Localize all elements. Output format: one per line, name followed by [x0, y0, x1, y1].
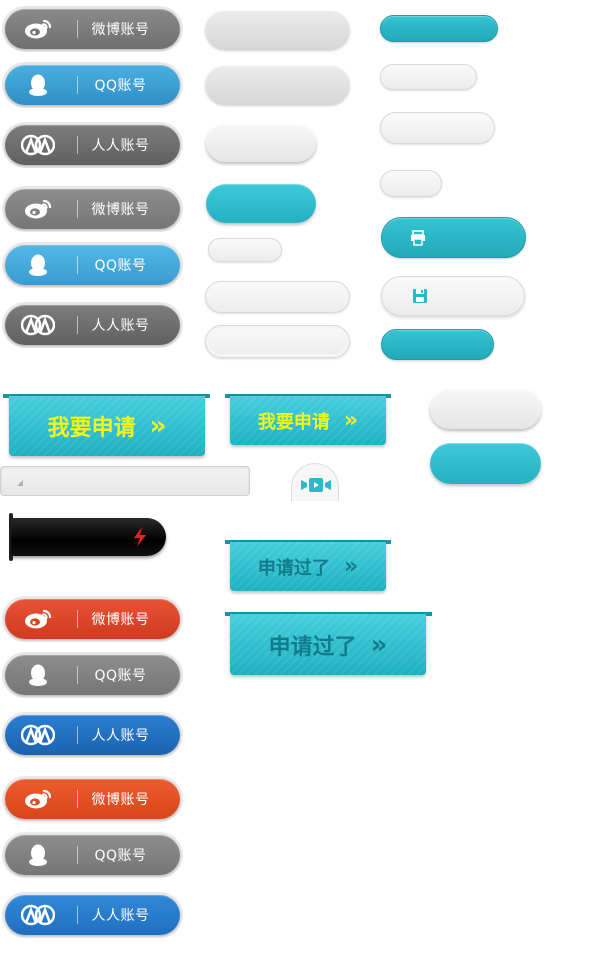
teal-button[interactable]: [206, 184, 316, 223]
weibo-login-button[interactable]: 微博账号: [2, 776, 183, 822]
video-tab[interactable]: [291, 463, 339, 501]
separator: [77, 726, 78, 744]
renren-icon: [5, 895, 71, 935]
teal-button[interactable]: [381, 329, 494, 360]
renren-login-button[interactable]: 人人账号: [2, 302, 183, 348]
qq-label: QQ账号: [94, 668, 147, 684]
weibo-label: 微博账号: [91, 202, 150, 218]
text-input[interactable]: [0, 466, 250, 496]
weibo-label: 微博账号: [91, 612, 150, 628]
double-arrow-icon: »: [343, 554, 359, 579]
light-button[interactable]: [380, 112, 495, 144]
separator: [77, 20, 78, 38]
weibo-icon: [5, 779, 71, 819]
teal-button[interactable]: [430, 443, 541, 484]
renren-icon: [5, 125, 71, 165]
weibo-icon: [5, 189, 71, 229]
renren-login-button[interactable]: 人人账号: [2, 712, 183, 758]
gray-button[interactable]: [206, 124, 316, 162]
apply-button-large[interactable]: 我要申请 »: [9, 396, 205, 456]
flash-bar[interactable]: [11, 518, 166, 556]
gray-button[interactable]: [205, 65, 350, 105]
qq-label: QQ账号: [94, 78, 147, 94]
qq-login-button[interactable]: QQ账号: [2, 832, 183, 878]
separator: [77, 666, 78, 684]
renren-label: 人人账号: [91, 728, 150, 744]
renren-label: 人人账号: [91, 908, 150, 924]
qq-penguin-icon: [5, 655, 71, 695]
separator: [77, 136, 78, 154]
qq-label: QQ账号: [94, 848, 147, 864]
double-arrow-icon: »: [343, 408, 359, 433]
renren-login-button[interactable]: 人人账号: [2, 892, 183, 938]
separator: [77, 906, 78, 924]
qq-login-button[interactable]: QQ账号: [2, 242, 183, 288]
apply-label: 我要申请: [47, 416, 136, 441]
weibo-login-button[interactable]: 微博账号: [2, 186, 183, 232]
separator: [77, 76, 78, 94]
light-button[interactable]: [380, 64, 477, 90]
gray-button[interactable]: [430, 389, 541, 429]
weibo-login-button[interactable]: 微博账号: [2, 596, 183, 642]
applied-label: 申请过了: [268, 634, 357, 660]
weibo-label: 微博账号: [91, 22, 150, 38]
qq-penguin-icon: [5, 65, 71, 105]
light-button[interactable]: [205, 281, 350, 313]
save-icon: [412, 288, 428, 308]
qq-penguin-icon: [5, 245, 71, 285]
save-button[interactable]: [381, 276, 525, 316]
weibo-login-button[interactable]: 微博账号: [2, 6, 183, 52]
gray-button[interactable]: [205, 10, 350, 50]
qq-penguin-icon: [5, 835, 71, 875]
separator: [77, 790, 78, 808]
weibo-label: 微博账号: [91, 792, 150, 808]
teal-button[interactable]: [380, 15, 498, 42]
separator: [77, 610, 78, 628]
apply-label: 我要申请: [257, 411, 330, 433]
video-icon: [301, 477, 331, 497]
resize-corner-icon: [17, 480, 23, 486]
light-button[interactable]: [205, 325, 350, 358]
qq-login-button[interactable]: QQ账号: [2, 62, 183, 108]
renren-label: 人人账号: [91, 138, 150, 154]
separator: [77, 316, 78, 334]
applied-label: 申请过了: [257, 557, 330, 579]
qq-label: QQ账号: [94, 258, 147, 274]
double-arrow-icon: »: [149, 411, 167, 441]
renren-label: 人人账号: [91, 318, 150, 334]
separator: [77, 256, 78, 274]
weibo-icon: [5, 599, 71, 639]
renren-login-button[interactable]: 人人账号: [2, 122, 183, 168]
apply-button[interactable]: 我要申请 »: [230, 396, 386, 445]
renren-icon: [5, 715, 71, 755]
print-icon: [410, 230, 426, 250]
separator: [77, 846, 78, 864]
lightning-icon: [133, 527, 147, 551]
applied-button[interactable]: 申请过了 »: [230, 542, 386, 591]
small-button[interactable]: [380, 170, 442, 197]
qq-login-button[interactable]: QQ账号: [2, 652, 183, 698]
renren-icon: [5, 305, 71, 345]
small-button[interactable]: [208, 238, 282, 262]
separator: [77, 200, 78, 218]
weibo-icon: [5, 9, 71, 49]
applied-button-large[interactable]: 申请过了 »: [230, 614, 426, 675]
double-arrow-icon: »: [370, 629, 388, 660]
print-button[interactable]: [381, 217, 526, 258]
